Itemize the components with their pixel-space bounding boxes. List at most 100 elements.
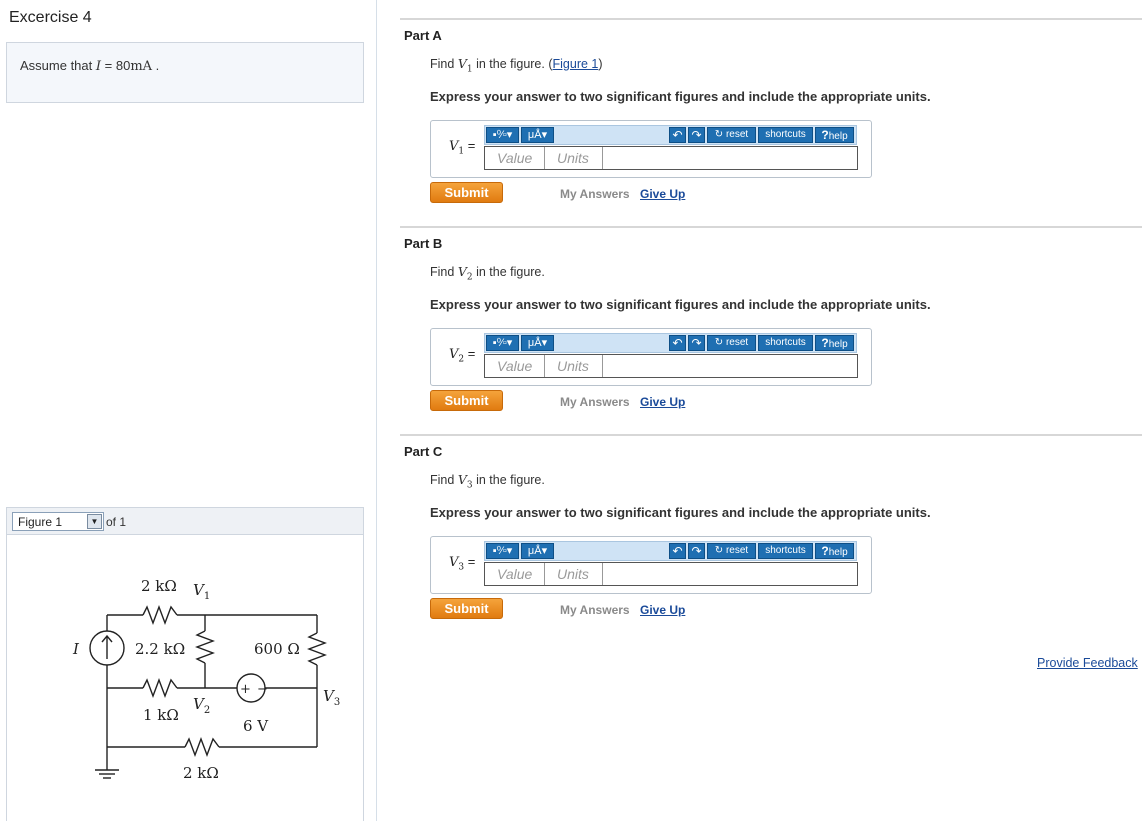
value-input[interactable] bbox=[485, 147, 545, 169]
my-answers-link[interactable]: My Answers bbox=[560, 603, 630, 617]
answer-var: V bbox=[449, 555, 459, 570]
reset-label: reset bbox=[725, 129, 749, 140]
part-title: Part A bbox=[404, 28, 442, 43]
provide-feedback-link[interactable]: Provide Feedback bbox=[1037, 656, 1138, 670]
assume-suffix: . bbox=[155, 58, 160, 73]
help-icon: ? bbox=[821, 544, 829, 558]
my-answers-link[interactable]: My Answers bbox=[560, 187, 630, 201]
find-prefix: Find bbox=[430, 57, 455, 71]
undo-icon[interactable]: ↶ bbox=[669, 543, 686, 559]
part-instruction: Express your answer to two significant f… bbox=[430, 297, 931, 312]
value-input[interactable] bbox=[485, 563, 545, 585]
units-input[interactable] bbox=[545, 563, 603, 585]
reset-button[interactable]: ↻ reset bbox=[707, 543, 756, 559]
label-minus: − bbox=[257, 682, 268, 697]
circuit-diagram: 2 kΩ V1 I 2.2 kΩ 600 Ω 1 kΩ V2 V3 6 V 2 … bbox=[72, 577, 340, 782]
redo-icon[interactable]: ↷ bbox=[688, 127, 705, 143]
chevron-down-icon[interactable]: ▼ bbox=[87, 514, 102, 529]
figure-panel: 2 kΩ V1 I 2.2 kΩ 600 Ω 1 kΩ V2 V3 6 V 2 … bbox=[6, 534, 364, 821]
help-button[interactable]: ?help bbox=[815, 335, 854, 351]
resistor-2-2k bbox=[195, 630, 215, 664]
template-icon[interactable]: ▪⁰⁄▫▾ bbox=[486, 127, 519, 143]
answer-sub: 2 bbox=[458, 354, 465, 365]
undo-icon[interactable]: ↶ bbox=[669, 127, 686, 143]
part-title: Part C bbox=[404, 444, 443, 459]
figure-link[interactable]: Figure 1 bbox=[553, 57, 599, 71]
answer-fields bbox=[484, 146, 858, 170]
find-prefix: Find bbox=[430, 473, 455, 487]
figure-link-wrap: (Figure 1) bbox=[548, 57, 603, 71]
part-title: Part B bbox=[404, 236, 443, 251]
answer-variable-label: V2 = bbox=[449, 346, 475, 365]
my-answers-link[interactable]: My Answers bbox=[560, 395, 630, 409]
assume-unit: mA bbox=[130, 59, 153, 74]
reset-button[interactable]: ↻ reset bbox=[707, 127, 756, 143]
find-prefix: Find bbox=[430, 265, 455, 279]
assume-eq: = 80 bbox=[104, 58, 131, 73]
answer-var: V bbox=[449, 139, 459, 154]
part-divider bbox=[400, 434, 1142, 436]
undo-icon[interactable]: ↶ bbox=[669, 335, 686, 351]
find-sub: 3 bbox=[466, 480, 473, 491]
reset-label: reset bbox=[725, 545, 749, 556]
answer-box: V1 = ▪⁰⁄▫▾ μÅ▾ ↶ ↷ ↻ reset shortcuts ?he… bbox=[430, 120, 872, 178]
assumption-text: Assume that I = 80mA . bbox=[20, 58, 159, 74]
submit-button[interactable]: Submit bbox=[430, 598, 503, 619]
redo-icon[interactable]: ↷ bbox=[688, 335, 705, 351]
units-symbol-label: μÅ bbox=[527, 545, 542, 557]
figure-select-value: Figure 1 bbox=[18, 515, 63, 529]
answer-eq: = bbox=[467, 138, 476, 153]
shortcuts-button[interactable]: shortcuts bbox=[758, 543, 813, 559]
give-up-link[interactable]: Give Up bbox=[640, 603, 685, 617]
part-prompt: Find V3 in the figure. bbox=[430, 472, 545, 491]
part-divider bbox=[400, 226, 1142, 228]
units-symbol-label: μÅ bbox=[527, 129, 542, 141]
reset-icon: ↻ bbox=[714, 129, 724, 140]
submit-button[interactable]: Submit bbox=[430, 182, 503, 203]
value-input[interactable] bbox=[485, 355, 545, 377]
left-panel: Excercise 4 Assume that I = 80mA . Figur… bbox=[0, 0, 377, 821]
shortcuts-button[interactable]: shortcuts bbox=[758, 127, 813, 143]
shortcuts-button[interactable]: shortcuts bbox=[758, 335, 813, 351]
answer-box: V2 = ▪⁰⁄▫▾ μÅ▾ ↶ ↷ ↻ reset shortcuts ?he… bbox=[430, 328, 872, 386]
resistor-1k bbox=[142, 678, 178, 698]
figure-select[interactable]: Figure 1 ▼ bbox=[12, 512, 104, 531]
shortcuts-label: shortcuts bbox=[765, 545, 806, 556]
math-toolbar: ▪⁰⁄▫▾ μÅ▾ ↶ ↷ ↻ reset shortcuts ?help bbox=[484, 125, 857, 145]
units-symbol-label: μÅ bbox=[527, 337, 542, 349]
units-symbol-button[interactable]: μÅ▾ bbox=[521, 543, 554, 559]
part-prompt: Find V1 in the figure. (Figure 1) bbox=[430, 56, 603, 75]
units-symbol-button[interactable]: μÅ▾ bbox=[521, 127, 554, 143]
help-button[interactable]: ?help bbox=[815, 127, 854, 143]
find-var: V bbox=[457, 56, 467, 71]
answer-eq: = bbox=[467, 346, 476, 361]
template-icon[interactable]: ▪⁰⁄▫▾ bbox=[486, 335, 519, 351]
label-r-bottom: 2 kΩ bbox=[183, 764, 219, 782]
help-label: help bbox=[828, 547, 848, 558]
units-symbol-button[interactable]: μÅ▾ bbox=[521, 335, 554, 351]
give-up-link[interactable]: Give Up bbox=[640, 187, 685, 201]
units-input[interactable] bbox=[545, 355, 603, 377]
units-input[interactable] bbox=[545, 147, 603, 169]
assume-var: I bbox=[95, 59, 102, 74]
math-toolbar: ▪⁰⁄▫▾ μÅ▾ ↶ ↷ ↻ reset shortcuts ?help bbox=[484, 541, 857, 561]
help-label: help bbox=[828, 131, 848, 142]
help-button[interactable]: ?help bbox=[815, 543, 854, 559]
help-icon: ? bbox=[821, 128, 829, 142]
give-up-link[interactable]: Give Up bbox=[640, 395, 685, 409]
submit-button[interactable]: Submit bbox=[430, 390, 503, 411]
part-instruction: Express your answer to two significant f… bbox=[430, 89, 931, 104]
reset-label: reset bbox=[725, 337, 749, 348]
part-instruction: Express your answer to two significant f… bbox=[430, 505, 931, 520]
answer-var: V bbox=[449, 347, 459, 362]
label-v2: V2 bbox=[193, 695, 210, 716]
resistor-600 bbox=[307, 632, 327, 666]
template-icon[interactable]: ▪⁰⁄▫▾ bbox=[486, 543, 519, 559]
assumption-box: Assume that I = 80mA . bbox=[6, 42, 364, 103]
part-divider bbox=[400, 18, 1142, 20]
reset-button[interactable]: ↻ reset bbox=[707, 335, 756, 351]
label-plus: + bbox=[240, 682, 251, 697]
label-v1: V1 bbox=[193, 581, 210, 602]
answer-fields bbox=[484, 562, 858, 586]
redo-icon[interactable]: ↷ bbox=[688, 543, 705, 559]
